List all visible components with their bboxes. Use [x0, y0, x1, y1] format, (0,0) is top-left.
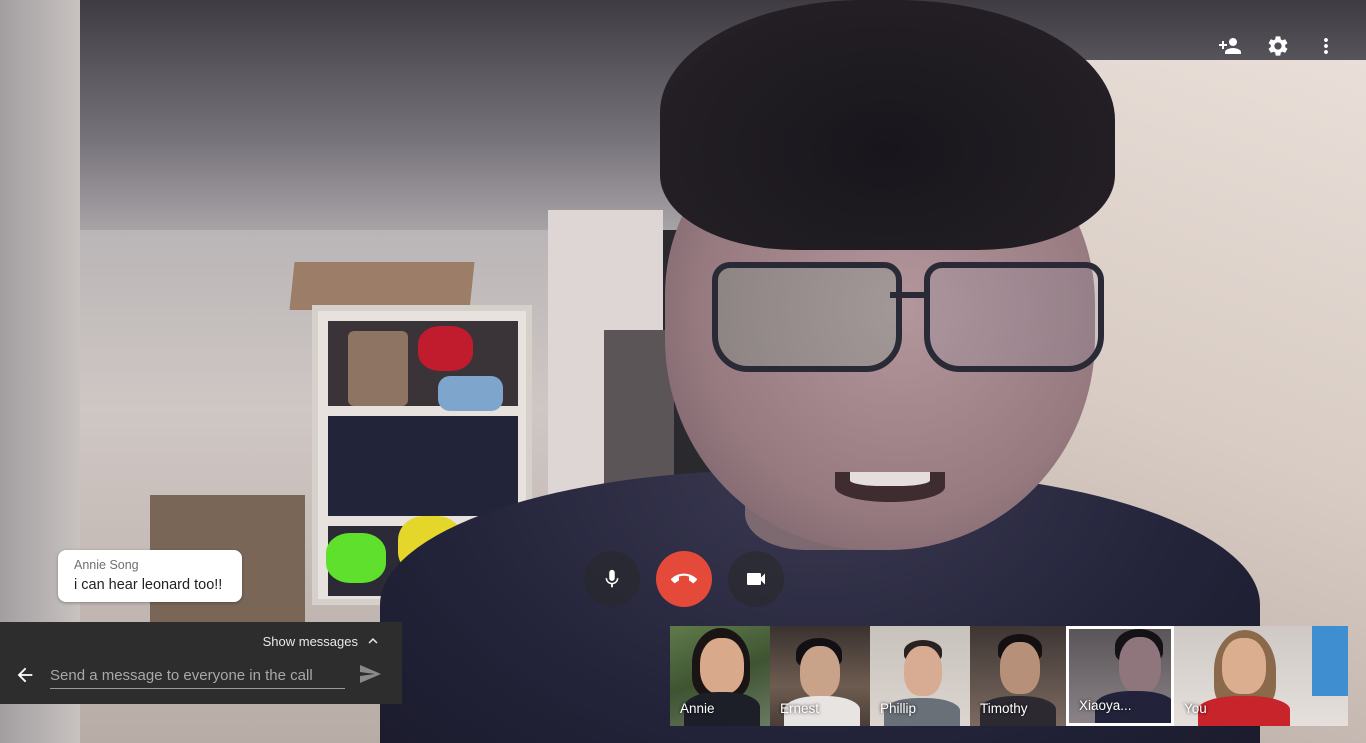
participant-name: Phillip — [880, 701, 917, 716]
top-controls — [1218, 30, 1338, 62]
hangup-icon — [671, 573, 697, 584]
mute-microphone-button[interactable] — [584, 551, 640, 607]
participant-tile[interactable]: Annie — [670, 626, 770, 726]
back-button[interactable] — [14, 664, 36, 686]
participant-name: Xiaoya... — [1079, 698, 1132, 713]
more-options-button[interactable] — [1314, 30, 1338, 62]
participant-name: You — [1184, 701, 1207, 716]
participant-tile-selected[interactable]: Xiaoya... — [1066, 626, 1174, 726]
hangup-button[interactable] — [656, 551, 712, 607]
participant-tile[interactable]: Phillip — [870, 626, 970, 726]
participant-name: Ernest — [780, 701, 820, 716]
call-controls — [584, 551, 784, 607]
send-icon — [360, 665, 381, 683]
participant-strip: Annie Ernest Phillip Timothy Xiaoya... Y… — [670, 626, 1348, 726]
speaker-glasses-left — [712, 262, 902, 372]
settings-button[interactable] — [1266, 30, 1290, 62]
speaker-hair — [660, 0, 1115, 250]
participant-tile-self[interactable]: You — [1174, 626, 1348, 726]
speaker-glasses-bridge — [890, 292, 926, 298]
background-box-top — [289, 262, 475, 310]
show-messages-label: Show messages — [262, 633, 358, 649]
speaker-glasses-right — [924, 262, 1104, 372]
chat-sender-name: Annie Song — [74, 558, 139, 572]
chevron-up-icon — [368, 638, 378, 644]
message-input[interactable] — [50, 662, 345, 689]
message-panel: Show messages — [0, 622, 402, 704]
camera-icon — [747, 573, 765, 585]
toggle-camera-button[interactable] — [728, 551, 784, 607]
show-messages-button[interactable]: Show messages — [263, 632, 382, 650]
participant-name: Annie — [680, 701, 715, 716]
person-add-icon — [1219, 38, 1241, 54]
arrow-back-icon — [17, 667, 33, 683]
microphone-icon — [605, 569, 619, 588]
speaker-teeth — [850, 472, 930, 486]
add-person-button[interactable] — [1218, 30, 1242, 62]
gear-icon — [1268, 36, 1288, 56]
send-button[interactable] — [358, 662, 384, 688]
participant-name: Timothy — [980, 701, 1028, 716]
chat-notification-bubble[interactable]: Annie Song i can hear leonard too!! — [58, 550, 242, 602]
participant-tile[interactable]: Timothy — [970, 626, 1066, 726]
chat-message-text: i can hear leonard too!! — [74, 577, 223, 593]
more-vert-icon — [1324, 38, 1328, 54]
participant-tile[interactable]: Ernest — [770, 626, 870, 726]
